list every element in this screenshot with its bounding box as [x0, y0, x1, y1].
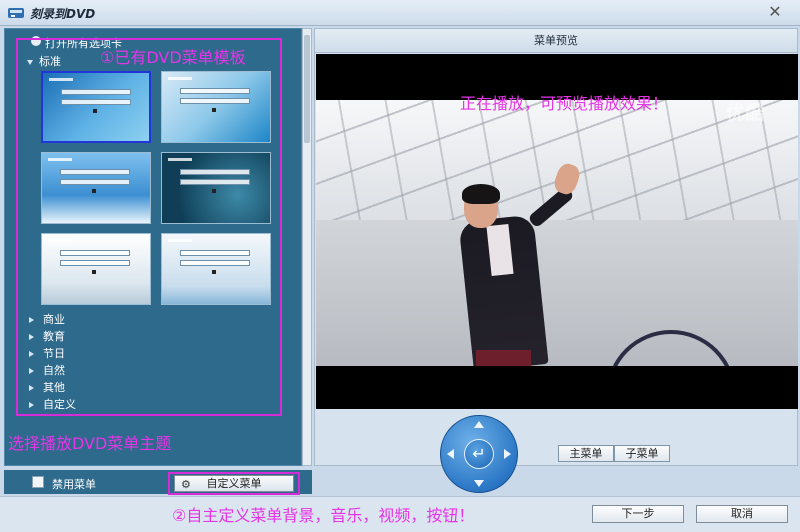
cancel-button[interactable]: 取消	[696, 505, 788, 523]
next-button[interactable]: 下一步	[592, 505, 684, 523]
scene-person-hair	[462, 184, 500, 204]
preview-panel: 菜单预览 正在播放，可预览播放效果！ 优酷	[314, 28, 798, 466]
nav-down-arrow-icon[interactable]	[474, 480, 484, 487]
main-menu-button[interactable]: 主菜单	[558, 445, 614, 462]
annotation-template-note: ①已有DVD菜单模板	[100, 48, 246, 67]
annotation-playing-note: 正在播放，可预览播放效果！	[460, 94, 669, 113]
annotation-select-theme: 选择播放DVD菜单主题	[8, 434, 172, 453]
dvd-burner-icon	[8, 8, 24, 18]
window-title: 刻录到DVD	[30, 7, 96, 21]
scene-wall	[316, 220, 798, 366]
annotation-custom-note: ②自主定义菜单背景，音乐，视频，按钮！	[172, 506, 475, 525]
sub-menu-button[interactable]: 子菜单	[614, 445, 670, 462]
video-watermark: 优酷	[726, 102, 765, 124]
nav-left-arrow-icon[interactable]	[447, 449, 454, 459]
disable-menu-label: 禁用菜单	[52, 478, 96, 491]
video-preview[interactable]: 正在播放，可预览播放效果！ 优酷	[316, 54, 798, 409]
letterbox-bottom	[316, 366, 798, 409]
enter-return-icon[interactable]: ↵	[464, 439, 494, 469]
nav-up-arrow-icon[interactable]	[474, 421, 484, 428]
annotation-box-templates	[16, 38, 282, 416]
nav-right-arrow-icon[interactable]	[504, 449, 511, 459]
close-button[interactable]: ✕	[764, 1, 786, 23]
video-frame	[316, 100, 798, 366]
template-scrollbar[interactable]	[302, 28, 312, 466]
title-bar: 刻录到DVD ✕	[0, 0, 800, 26]
disable-menu-checkbox[interactable]	[32, 476, 44, 488]
scrollbar-thumb[interactable]	[304, 35, 310, 143]
scene-person-pants	[476, 350, 531, 366]
annotation-box-custom	[168, 472, 300, 495]
preview-header: 菜单预览	[315, 29, 797, 53]
